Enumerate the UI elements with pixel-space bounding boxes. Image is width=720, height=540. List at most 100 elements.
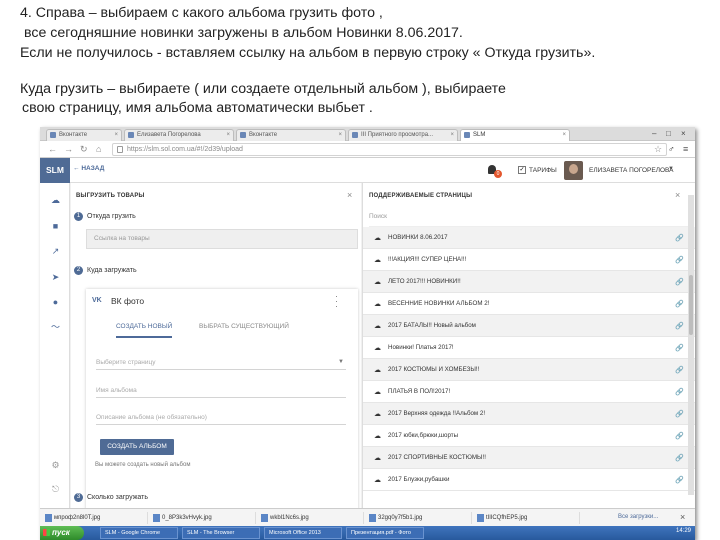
menu-icon[interactable]: ≡ [683,144,688,154]
download-item[interactable]: 32gq0y7f5b1.jpg [368,512,472,524]
step-2-label: Куда загружать [87,267,137,274]
download-item[interactable]: wkbl1Nc6s.jpg [260,512,364,524]
close-panel-icon[interactable]: × [347,190,352,200]
cloud-icon: ☁ [374,257,381,264]
back-button[interactable]: ← НАЗАД [73,165,104,172]
tab-choose-existing[interactable]: ВЫБРАТЬ СУЩЕСТВУЮЩИЙ [199,323,289,330]
link-icon[interactable]: 🔗 [675,410,684,418]
taskbar-item[interactable]: Microsoft Office 2013 [264,527,342,539]
page-select[interactable]: Выберите страницу ▼ [96,359,346,370]
album-row[interactable]: ☁ 2017 юбки,брюки,шорты 🔗 [363,425,695,447]
more-vertical-icon[interactable]: · · · [335,292,338,311]
avatar[interactable] [564,161,583,180]
tab-vk-profile[interactable]: Елизавета Погорелова × [124,129,234,141]
tab-vk-1[interactable]: Вконтакте × [46,129,122,141]
taskbar-item[interactable]: SLM - The Browser [182,527,260,539]
link-icon[interactable]: 🔗 [675,366,684,374]
rocket-icon[interactable]: ➤ [51,273,60,282]
tariffs-link[interactable]: ТАРИФЫ [529,167,557,174]
file-icon [45,514,52,522]
album-row[interactable]: ☁ !!!АКЦИЯ!!! СУПЕР ЦЕНА!!! 🔗 [363,249,695,271]
sidebar: ☁ ■ ↗ ➤ ● 〜 ⚙ ⎋ [40,183,70,508]
album-row[interactable]: ☁ ПЛАТЬЯ В ПОЛ!2017! 🔗 [363,381,695,403]
link-icon[interactable]: 🔗 [675,278,684,286]
show-all-downloads-link[interactable]: Все загрузки... [618,514,658,520]
star-icon[interactable]: ☆ [654,144,662,154]
tab-label: Елизавета Погорелова [137,132,201,138]
album-row[interactable]: ☁ ВЕСЕННИЕ НОВИНКИ АЛЬБОМ 2! 🔗 [363,293,695,315]
link-icon[interactable]: 🔗 [675,234,684,242]
url-field[interactable]: https://slm.sol.com.ua/#!/2d39/upload [112,143,667,156]
cloud-icon: ☁ [374,455,381,462]
forward-arrow-icon[interactable]: → [64,144,73,154]
close-window-button[interactable]: × [681,129,686,139]
tariffs-checkbox-icon[interactable]: ✓ [518,166,526,174]
album-row[interactable]: ☁ 2017 КОСТЮМЫ И ХОМБЕЗЫ!! 🔗 [363,359,695,381]
link-icon[interactable]: 🔗 [675,300,684,308]
tab-viewing[interactable]: III Приятного просмотра... × [348,129,458,141]
extension-icon[interactable]: ♂ [668,144,675,154]
briefcase-icon[interactable]: ■ [51,222,60,231]
close-panel-icon[interactable]: × [675,190,680,200]
link-icon[interactable]: 🔗 [675,256,684,264]
link-icon[interactable]: 🔗 [675,432,684,440]
cloud-upload-icon[interactable]: ☁ [51,196,60,205]
user-name[interactable]: ЕЛИЗАВЕТА ПОГОРЕЛОВА [589,167,674,174]
start-button[interactable]: пуск [40,526,84,540]
link-icon[interactable]: 🔗 [675,454,684,462]
download-item[interactable]: 0_8P3k3vHvyk.jpg [152,512,256,524]
tab-slm[interactable]: SLM × [460,129,570,141]
home-icon[interactable]: ⌂ [96,144,101,154]
link-icon[interactable]: 🔗 [675,322,684,330]
cloud-icon: ☁ [374,279,381,286]
download-item[interactable]: мпроф2n8l0T.jpg [44,512,148,524]
reload-icon[interactable]: ↻ [80,144,88,154]
maximize-button[interactable]: □ [666,129,671,139]
taskbar-item[interactable]: SLM - Google Chrome [100,527,178,539]
album-name: 2017 СПОРТИВНЫЕ КОСТЮМЫ!! [388,454,486,461]
close-downloads-icon[interactable]: × [680,512,685,522]
source-link-input[interactable]: Ссылка на товары [86,229,358,249]
chevron-down-icon[interactable]: ▼ [668,166,674,172]
back-arrow-icon[interactable]: ← [48,144,57,154]
user-icon[interactable]: ● [51,298,60,307]
close-tab-icon[interactable]: × [226,130,230,140]
album-search-input[interactable]: Поиск [369,213,689,227]
settings-icon[interactable]: ⚙ [51,461,60,470]
close-tab-icon[interactable]: × [562,130,566,140]
upload-panel-title: ВЫГРУЗИТЬ ТОВАРЫ [76,193,145,199]
tab-create-new[interactable]: СОЗДАТЬ НОВЫЙ [116,323,173,338]
album-row[interactable]: ☁ НОВИНКИ 8.06.2017 🔗 [363,227,695,249]
scrollbar[interactable] [688,195,694,495]
link-icon[interactable]: 🔗 [675,388,684,396]
chart-icon[interactable]: 〜 [51,323,60,332]
album-description-input[interactable]: Описание альбома (не обязательно) [96,414,346,425]
taskbar-item[interactable]: Презентация.pdf - Фото [346,527,424,539]
album-row[interactable]: ☁ 2017 Верхняя одежда !!Альбом 2! 🔗 [363,403,695,425]
url-text: https://slm.sol.com.ua/#!/2d39/upload [127,146,243,153]
album-row[interactable]: ☁ 2017 Блузки,рубашки 🔗 [363,469,695,491]
close-tab-icon[interactable]: × [338,130,342,140]
slm-logo[interactable]: SLM [40,158,70,183]
step-2-badge: 2 [74,266,83,275]
link-icon[interactable]: 🔗 [675,344,684,352]
logout-icon[interactable]: ⎋ [51,485,60,494]
album-row[interactable]: ☁ 2017 БАТАЛЫ!! Новый альбом 🔗 [363,315,695,337]
download-file-name: wkbl1Nc6s.jpg [270,515,309,521]
tab-vk-2[interactable]: Вконтакте × [236,129,346,141]
album-row[interactable]: ☁ 2017 СПОРТИВНЫЕ КОСТЮМЫ!! 🔗 [363,447,695,469]
album-name: 2017 юбки,брюки,шорты [388,432,459,439]
external-link-icon[interactable]: ↗ [51,247,60,256]
instruction-line-5: свою страницу, имя альбома автоматически… [22,100,373,116]
album-name-input[interactable]: Имя альбома [96,387,346,398]
close-tab-icon[interactable]: × [450,130,454,140]
album-row[interactable]: ☁ Новинки! Платья 2017! 🔗 [363,337,695,359]
album-row[interactable]: ☁ ЛЕТО 2017!!! НОВИНКИ!! 🔗 [363,271,695,293]
page-favicon-icon [352,132,358,138]
download-item[interactable]: tIlICQfhEP5.jpg [476,512,580,524]
create-album-button[interactable]: СОЗДАТЬ АЛЬБОМ [100,439,174,455]
instruction-line-3: Если не получилось - вставляем ссылку на… [20,45,596,61]
link-icon[interactable]: 🔗 [675,476,684,484]
minimize-button[interactable]: – [652,129,656,139]
close-tab-icon[interactable]: × [114,130,118,140]
